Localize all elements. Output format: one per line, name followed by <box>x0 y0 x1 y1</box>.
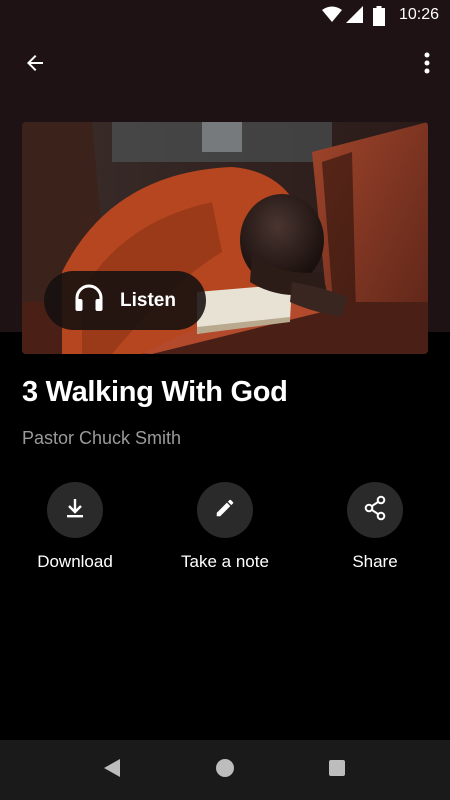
headphones-icon <box>74 284 104 317</box>
take-note-label: Take a note <box>181 552 269 571</box>
pencil-icon <box>214 497 236 524</box>
listen-label: Listen <box>120 289 176 311</box>
share-button[interactable] <box>347 482 403 538</box>
battery-icon <box>373 6 385 31</box>
listen-button[interactable]: Listen <box>44 271 206 330</box>
cell-signal-icon <box>346 6 364 29</box>
recents-square-icon <box>328 759 346 782</box>
share-action[interactable]: Share <box>300 482 450 572</box>
status-time: 10:26 <box>398 6 439 23</box>
back-triangle-icon <box>102 757 122 784</box>
nav-home-button[interactable] <box>195 740 255 800</box>
download-icon <box>64 497 86 524</box>
take-note-action[interactable]: Take a note <box>150 482 300 572</box>
download-button[interactable] <box>47 482 103 538</box>
take-note-button[interactable] <box>197 482 253 538</box>
app-bar <box>0 36 450 92</box>
status-bar: 10:26 <box>0 0 450 32</box>
system-navigation-bar <box>0 740 450 800</box>
sermon-title: 3 Walking With God <box>22 376 288 408</box>
arrow-back-icon <box>23 51 47 80</box>
more-options-button[interactable] <box>412 44 442 86</box>
nav-back-button[interactable] <box>82 740 142 800</box>
download-label: Download <box>37 552 113 571</box>
share-icon <box>362 495 388 526</box>
home-circle-icon <box>215 758 235 783</box>
wifi-icon <box>322 6 342 29</box>
more-vert-icon <box>424 52 430 79</box>
sermon-author: Pastor Chuck Smith <box>22 428 182 448</box>
back-button[interactable] <box>14 44 56 86</box>
share-label: Share <box>352 552 398 571</box>
nav-recents-button[interactable] <box>307 740 367 800</box>
download-action[interactable]: Download <box>0 482 150 572</box>
